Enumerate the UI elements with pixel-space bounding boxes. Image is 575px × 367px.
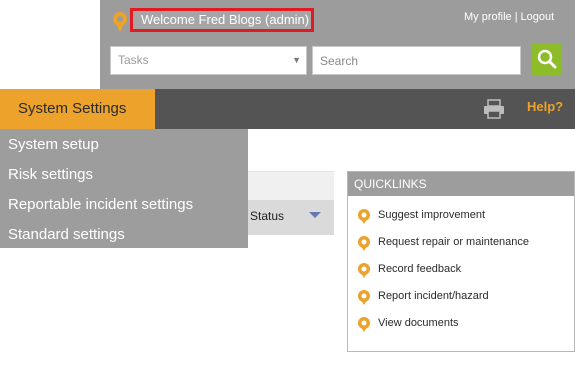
tasks-select-value: Tasks — [118, 53, 149, 67]
menu-item-system-setup[interactable]: System setup — [8, 136, 99, 153]
search-button[interactable] — [532, 44, 561, 75]
logout-link[interactable]: Logout — [521, 11, 555, 23]
quicklink-pin-icon — [358, 236, 370, 251]
my-profile-link[interactable]: My profile — [464, 11, 512, 23]
app-logo-icon — [113, 12, 127, 32]
menu-item-reportable-incident-settings[interactable]: Reportable incident settings — [8, 196, 193, 213]
quicklink-label: Request repair or maintenance — [378, 236, 530, 248]
sort-caret-icon[interactable] — [309, 212, 321, 218]
quicklink-label: Report incident/hazard — [378, 290, 489, 302]
quicklink-pin-icon — [358, 290, 370, 305]
dropdown-caret-icon: ▼ — [292, 55, 301, 65]
settings-dropdown-menu: System setup Risk settings Reportable in… — [0, 129, 248, 248]
quicklink-label: Suggest improvement — [378, 209, 485, 221]
quicklink-label: View documents — [378, 317, 459, 329]
quicklink-pin-icon — [358, 317, 370, 332]
tasks-select[interactable]: Tasks ▼ — [110, 46, 307, 75]
print-icon[interactable] — [483, 99, 505, 119]
search-icon — [537, 49, 557, 69]
quicklinks-title: QUICKLINKS — [348, 172, 574, 196]
welcome-message: Welcome Fred Blogs (admin) — [130, 8, 314, 32]
quicklink-pin-icon — [358, 209, 370, 224]
quicklink-pin-icon — [358, 263, 370, 278]
search-input[interactable] — [312, 46, 521, 75]
menu-item-risk-settings[interactable]: Risk settings — [8, 166, 93, 183]
top-links: My profile | Logout — [464, 11, 554, 23]
status-column-label: Status — [250, 209, 285, 223]
menu-item-standard-settings[interactable]: Standard settings — [8, 226, 125, 243]
quicklinks-panel: QUICKLINKS Suggest improvement Request r… — [347, 171, 575, 352]
link-separator: | — [514, 11, 518, 23]
help-link[interactable]: Help? — [527, 99, 563, 114]
quicklink-label: Record feedback — [378, 263, 462, 275]
tab-system-settings[interactable]: System Settings — [0, 89, 155, 129]
